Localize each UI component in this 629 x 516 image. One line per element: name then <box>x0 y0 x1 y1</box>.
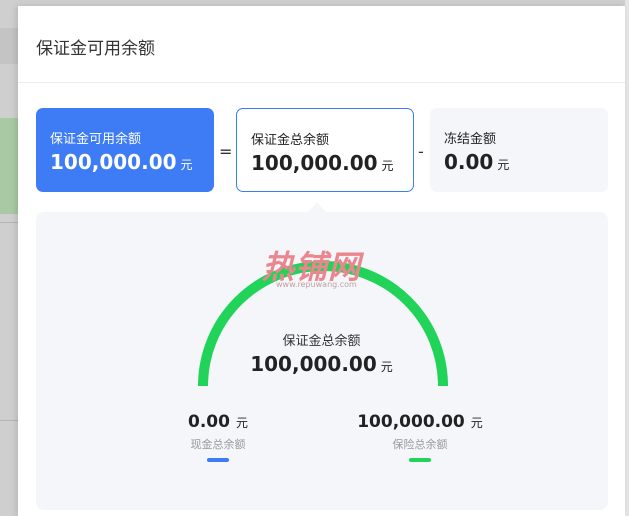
minus-operator: - <box>418 142 424 161</box>
cash-balance-amount: 0.00 元 <box>158 412 278 432</box>
frozen-amount-amount: 0.00 元 <box>444 150 509 174</box>
watermark-logo: 热铺网 www.repuwang.com <box>262 242 372 289</box>
background-row <box>0 28 20 64</box>
total-balance-unit: 元 <box>381 159 394 173</box>
cash-balance-value: 0.00 <box>188 412 230 432</box>
gauge-amount-unit: 元 <box>380 360 393 374</box>
background-divider <box>0 420 20 421</box>
equals-operator: = <box>219 142 233 161</box>
total-balance-value: 100,000.00 <box>251 151 378 175</box>
available-balance-card: 保证金可用余额 100,000.00 元 <box>36 108 214 192</box>
insurance-balance-amount: 100,000.00 元 <box>340 412 500 432</box>
frozen-amount-unit: 元 <box>497 158 510 172</box>
insurance-legend-bar <box>409 458 431 462</box>
cash-balance-summary: 0.00 元 现金总余额 <box>158 412 278 462</box>
frozen-amount-value: 0.00 <box>444 150 494 174</box>
total-balance-amount: 100,000.00 元 <box>251 151 394 175</box>
total-balance-label: 保证金总余额 <box>251 133 330 148</box>
insurance-balance-label: 保险总余额 <box>392 438 448 451</box>
background-highlight <box>0 118 20 214</box>
frozen-amount-card[interactable]: 冻结金额 0.00 元 <box>430 108 608 192</box>
gauge-amount-value: 100,000.00 <box>250 352 377 376</box>
available-balance-unit: 元 <box>180 158 193 172</box>
drawer-header: 保证金可用余额 <box>18 6 625 83</box>
cash-balance-unit: 元 <box>235 416 248 430</box>
available-balance-label: 保证金可用余额 <box>50 132 142 147</box>
watermark-url: www.repuwang.com <box>276 280 357 289</box>
insurance-balance-summary: 100,000.00 元 保险总余额 <box>340 412 500 462</box>
gauge-amount: 100,000.00 元 <box>18 352 625 376</box>
cash-legend-bar <box>207 458 229 462</box>
available-balance-amount: 100,000.00 元 <box>50 150 193 174</box>
available-balance-value: 100,000.00 <box>50 150 177 174</box>
insurance-balance-unit: 元 <box>470 416 483 430</box>
drawer-title: 保证金可用余额 <box>36 39 155 59</box>
frozen-amount-label: 冻结金额 <box>444 132 497 147</box>
background-divider <box>0 222 20 223</box>
background-edge <box>625 0 629 516</box>
total-balance-card[interactable]: 保证金总余额 100,000.00 元 <box>236 108 414 192</box>
insurance-balance-value: 100,000.00 <box>357 412 465 432</box>
cash-balance-label: 现金总余额 <box>190 438 246 451</box>
deposit-balance-drawer: 保证金可用余额 保证金可用余额 100,000.00 元 = 保证金总余额 100… <box>18 6 625 516</box>
detail-pointer-arrow <box>308 202 326 212</box>
gauge-label: 保证金总余额 <box>282 334 361 349</box>
